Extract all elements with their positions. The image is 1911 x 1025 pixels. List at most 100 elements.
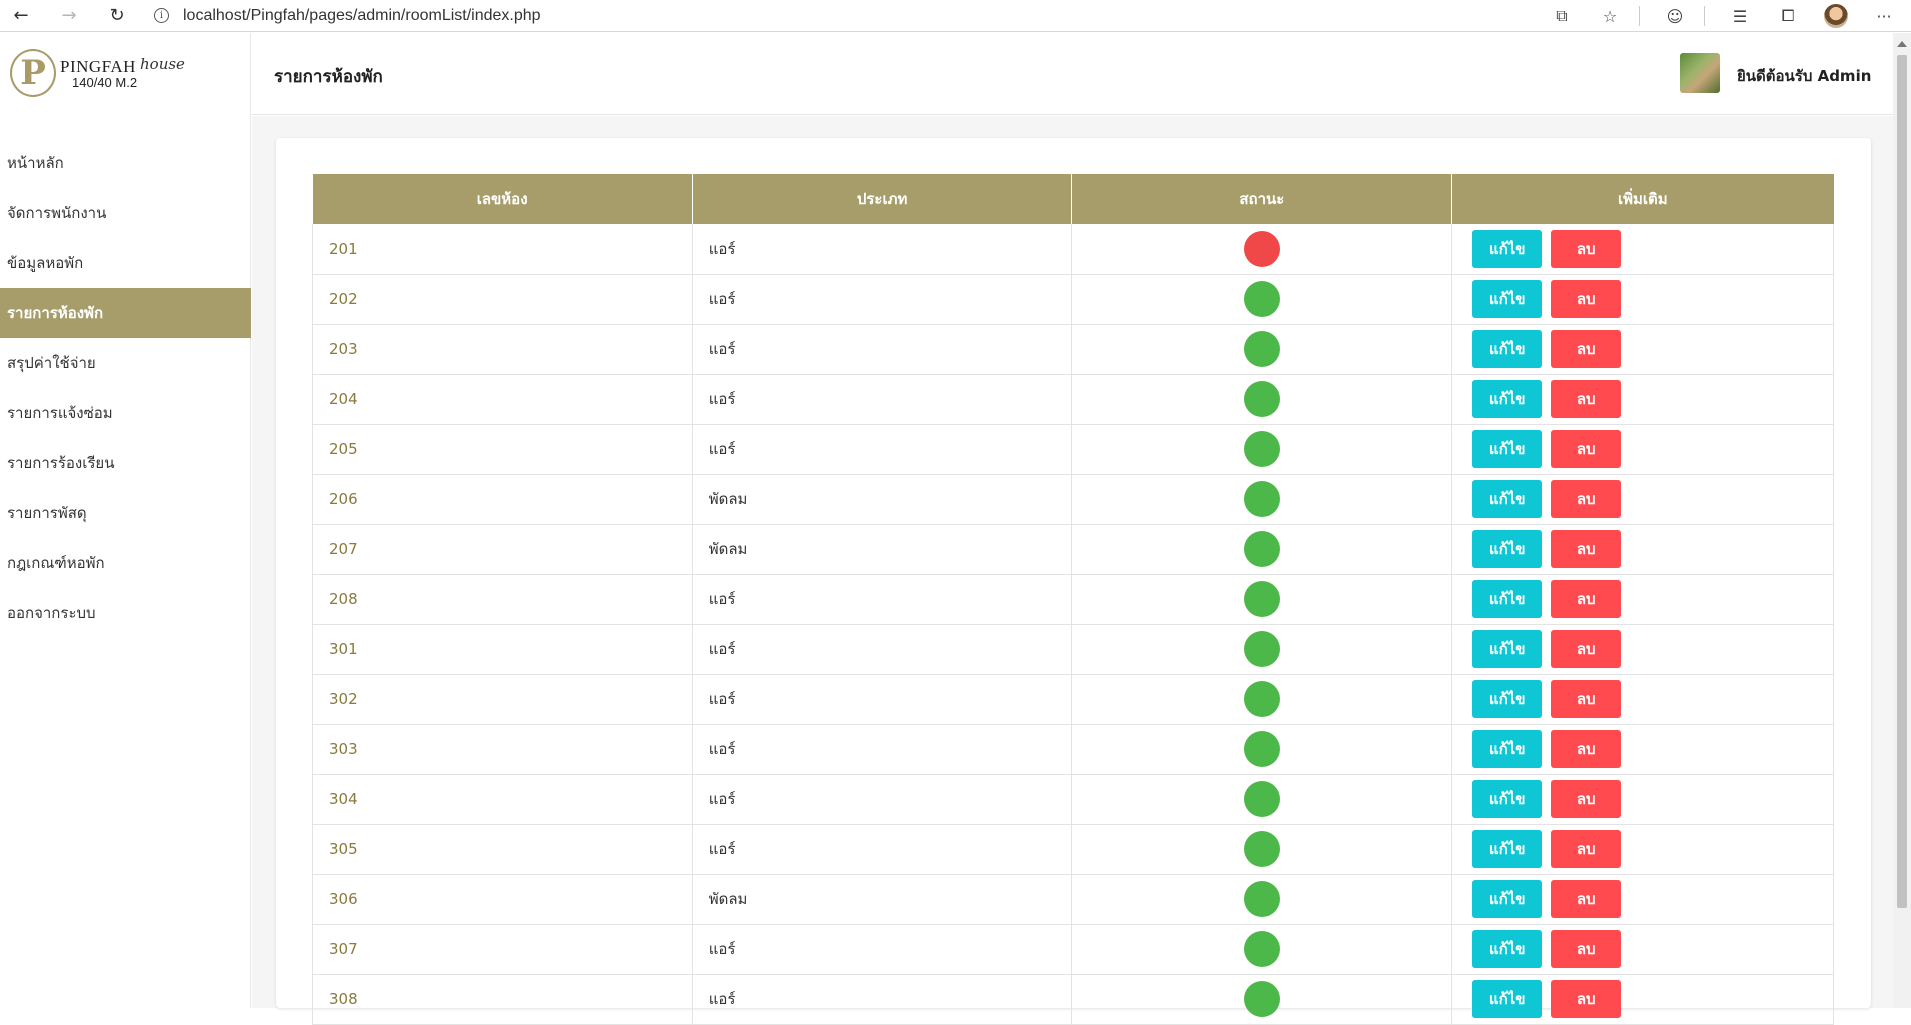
table-row: 205 แอร์ แก้ไข ลบ (312, 424, 1834, 475)
profile-avatar[interactable] (1823, 3, 1849, 29)
status-indicator (1243, 230, 1280, 267)
edit-button[interactable]: แก้ไข (1472, 280, 1543, 318)
room-type: แอร์ (691, 824, 1072, 875)
status-indicator (1243, 581, 1280, 617)
forward-icon[interactable]: → (56, 3, 82, 29)
sidebar-item-9[interactable]: ออกจากระบบ (0, 588, 251, 638)
room-status-cell (1071, 524, 1452, 575)
edit-button[interactable]: แก้ไข (1472, 580, 1543, 618)
delete-button[interactable]: ลบ (1551, 780, 1622, 818)
status-indicator (1243, 631, 1280, 667)
logo-letter: P (20, 53, 46, 93)
row-actions: แก้ไข ลบ (1451, 574, 1834, 625)
logo[interactable]: P PINGFAH house 140/40 M.2 (10, 49, 210, 103)
star-icon[interactable]: ☆ (1597, 3, 1623, 29)
site-info-icon[interactable]: i (154, 8, 169, 23)
delete-button[interactable]: ลบ (1551, 530, 1622, 568)
sidebar-item-4[interactable]: สรุปค่าใช้จ่าย (0, 338, 251, 388)
edit-button[interactable]: แก้ไข (1472, 980, 1543, 1018)
delete-button[interactable]: ลบ (1551, 280, 1622, 318)
profile-avatar-image (1824, 4, 1848, 28)
delete-button[interactable]: ลบ (1551, 480, 1622, 518)
room-status-cell (1071, 724, 1452, 775)
delete-button[interactable]: ลบ (1551, 980, 1622, 1018)
room-status-cell (1071, 374, 1452, 425)
edit-button[interactable]: แก้ไข (1472, 880, 1543, 918)
delete-button[interactable]: ลบ (1551, 330, 1622, 368)
room-number: 205 (312, 424, 693, 475)
row-actions: แก้ไข ลบ (1451, 474, 1834, 525)
row-actions: แก้ไข ลบ (1451, 624, 1834, 675)
status-indicator (1243, 881, 1280, 917)
reload-icon[interactable]: ↻ (104, 3, 130, 29)
room-type: แอร์ (691, 424, 1072, 475)
edit-button[interactable]: แก้ไข (1472, 780, 1543, 818)
room-number: 206 (312, 474, 693, 525)
status-indicator (1243, 481, 1280, 517)
column-header-status: สถานะ (1071, 174, 1452, 224)
edit-button[interactable]: แก้ไข (1472, 730, 1543, 768)
delete-button[interactable]: ลบ (1551, 229, 1622, 268)
collections-icon[interactable]: ⧠ (1775, 3, 1801, 29)
sidebar: P PINGFAH house 140/40 M.2 หน้าหลัก จัดกา… (0, 33, 251, 1008)
row-actions: แก้ไข ลบ (1451, 524, 1834, 575)
sidebar-item-5[interactable]: รายการแจ้งซ่อม (0, 388, 251, 438)
room-number: 305 (312, 824, 693, 875)
edit-button[interactable]: แก้ไข (1472, 930, 1543, 968)
sidebar-item-6[interactable]: รายการร้องเรียน (0, 438, 251, 488)
delete-button[interactable]: ลบ (1551, 680, 1622, 718)
room-number: 303 (312, 724, 693, 775)
edit-button[interactable]: แก้ไข (1472, 680, 1543, 718)
delete-button[interactable]: ลบ (1551, 580, 1622, 618)
sidebar-item-2[interactable]: ข้อมูลหอพัก (0, 238, 251, 288)
row-actions: แก้ไข ลบ (1451, 324, 1834, 375)
back-icon[interactable]: ← (8, 3, 34, 29)
edit-button[interactable]: แก้ไข (1472, 480, 1543, 518)
scroll-thumb[interactable] (1897, 55, 1907, 908)
avatar[interactable] (1680, 53, 1720, 93)
scrollbar[interactable] (1893, 33, 1911, 1008)
room-status-cell (1071, 324, 1452, 375)
edit-button[interactable]: แก้ไข (1472, 530, 1543, 568)
room-status-cell (1071, 774, 1452, 825)
extension-icon[interactable]: ☺ (1662, 3, 1688, 29)
column-header-more: เพิ่มเติม (1451, 174, 1834, 224)
edit-button[interactable]: แก้ไข (1472, 380, 1543, 418)
edit-button[interactable]: แก้ไข (1472, 430, 1543, 468)
delete-button[interactable]: ลบ (1551, 630, 1622, 668)
edit-button[interactable]: แก้ไข (1472, 229, 1543, 268)
room-type: พัดลม (691, 874, 1072, 925)
sidebar-item-7[interactable]: รายการพัสดุ (0, 488, 251, 538)
scroll-up-icon[interactable] (1897, 41, 1907, 47)
room-type: แอร์ (691, 674, 1072, 725)
sidebar-item-3[interactable]: รายการห้องพัก (0, 288, 251, 338)
delete-button[interactable]: ลบ (1551, 730, 1622, 768)
delete-button[interactable]: ลบ (1551, 930, 1622, 968)
favorites-icon[interactable]: ☰ (1727, 3, 1753, 29)
delete-button[interactable]: ลบ (1551, 380, 1622, 418)
delete-button[interactable]: ลบ (1551, 880, 1622, 918)
edit-button[interactable]: แก้ไข (1472, 830, 1543, 868)
room-number: 304 (312, 774, 693, 825)
delete-button[interactable]: ลบ (1551, 430, 1622, 468)
sidebar-item-8[interactable]: กฎเกณฑ์หอพัก (0, 538, 251, 588)
status-indicator (1243, 381, 1280, 417)
table-row: 207 พัดลม แก้ไข ลบ (312, 524, 1834, 575)
address-bar[interactable]: i localhost/Pingfah/pages/admin/roomList… (154, 3, 541, 29)
translate-icon[interactable]: ⧉ (1549, 3, 1575, 29)
delete-button[interactable]: ลบ (1551, 830, 1622, 868)
room-type: แอร์ (691, 624, 1072, 675)
more-icon[interactable]: ··· (1871, 3, 1897, 29)
room-type: แอร์ (691, 724, 1072, 775)
toolbar-divider (1704, 6, 1705, 26)
room-status-cell (1071, 424, 1452, 475)
room-type: แอร์ (691, 974, 1072, 1025)
url-text[interactable]: localhost/Pingfah/pages/admin/roomList/i… (183, 7, 541, 25)
edit-button[interactable]: แก้ไข (1472, 330, 1543, 368)
sidebar-item-1[interactable]: จัดการพนักงาน (0, 188, 251, 238)
edit-button[interactable]: แก้ไข (1472, 630, 1543, 668)
sidebar-item-0[interactable]: หน้าหลัก (0, 138, 251, 188)
room-type: แอร์ (691, 374, 1072, 425)
room-number: 203 (312, 324, 693, 375)
logo-address: 140/40 M.2 (72, 75, 138, 90)
